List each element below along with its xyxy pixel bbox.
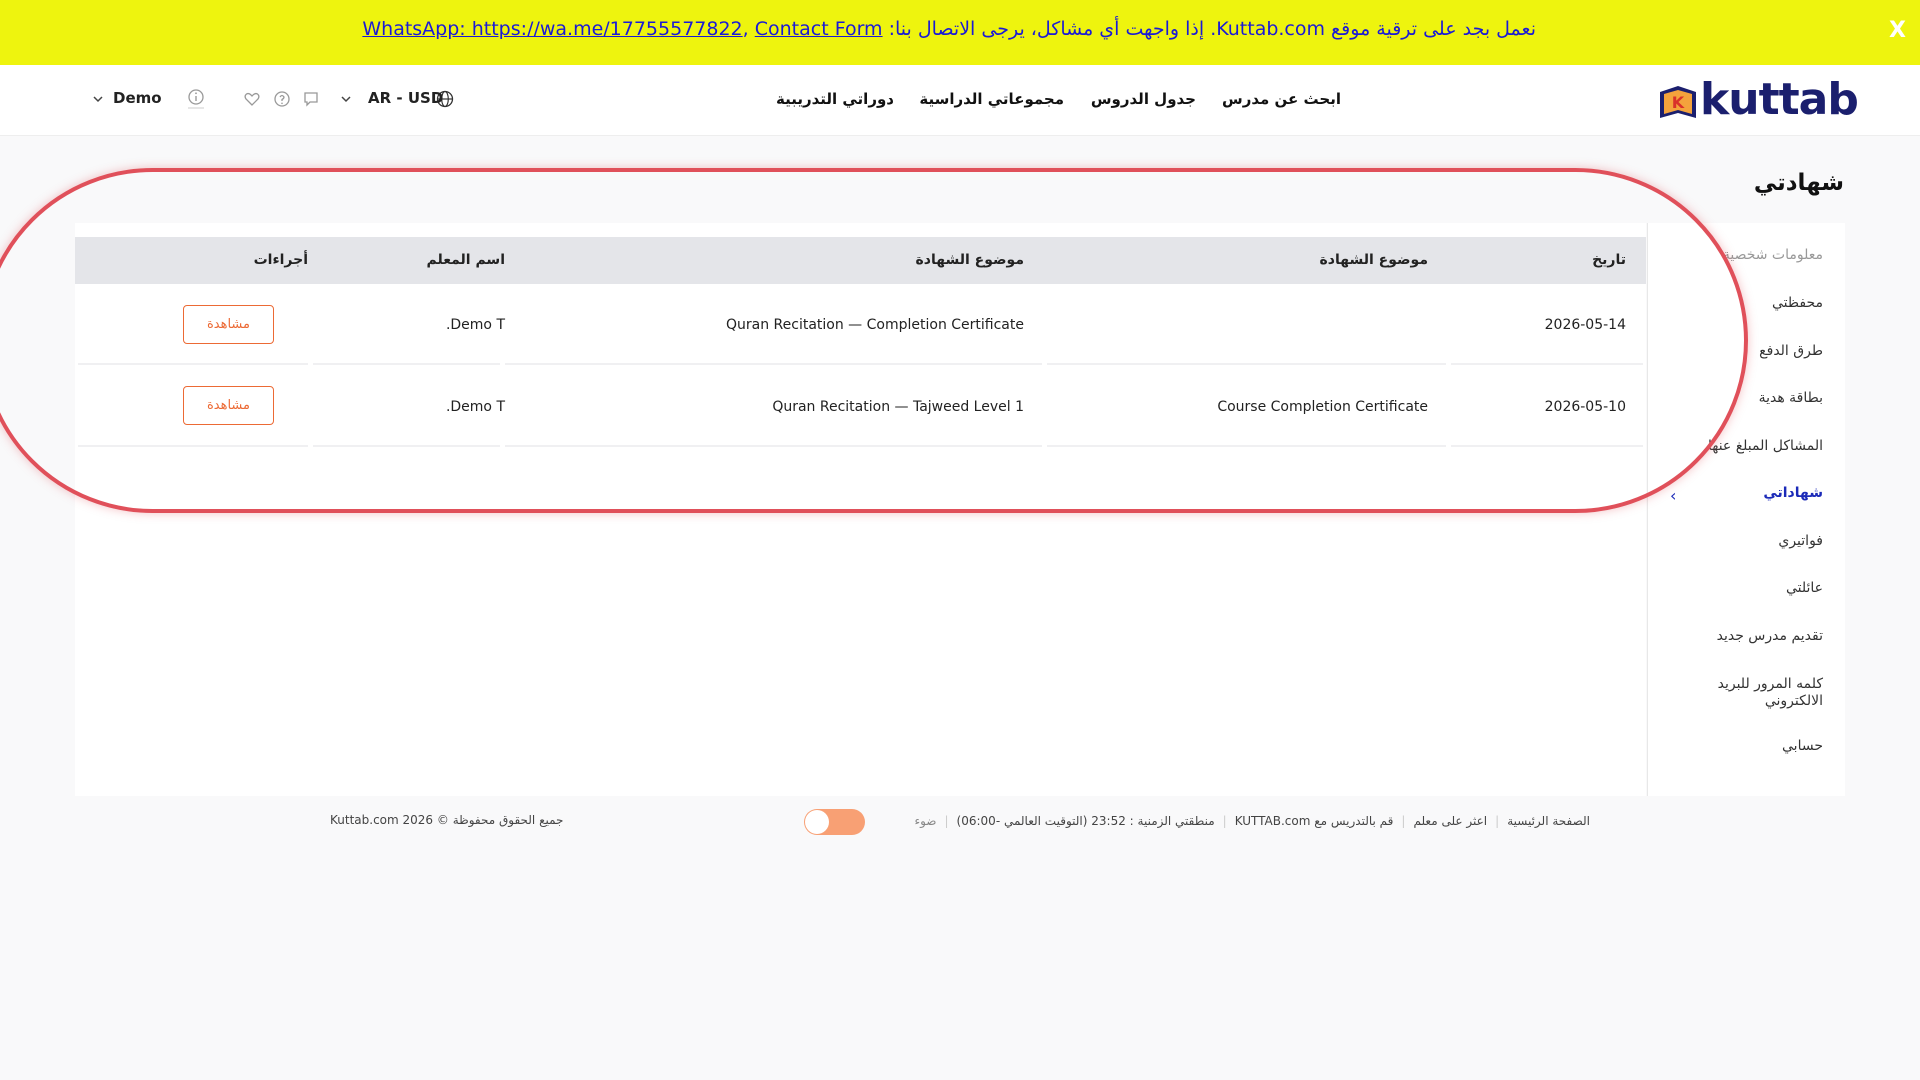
footer-links: الصفحة الرئيسية | اعثر على معلم | قم بالتدري… (914, 814, 1590, 828)
cell-divider (505, 363, 1042, 365)
cell-divider (78, 445, 308, 447)
nav-courses[interactable]: دوراتي التدريبية (776, 90, 894, 108)
cell-subject-1: Course Completion Certificate (1217, 399, 1428, 415)
view-certificate-button[interactable]: مشاهدة (183, 386, 274, 425)
header-subject-1: موضوع الشهادة (1319, 252, 1428, 268)
header-actions: أجراءات (253, 252, 308, 268)
certificates-panel: تاريخ موضوع الشهادة موضوع الشهادة اسم ال… (75, 223, 1646, 796)
view-certificate-button[interactable]: مشاهدة (183, 305, 274, 344)
cell-subject-2: Quran Recitation — Tajweed Level 1 (772, 399, 1024, 415)
footer-link-find-tutor[interactable]: اعثر على معلم (1413, 814, 1487, 828)
locale-selector[interactable]: AR - USD (368, 89, 443, 107)
cell-teacher: Demo T. (445, 399, 505, 415)
user-menu[interactable]: Demo (113, 89, 162, 107)
footer-timezone: منطقتي الزمنية : 23:52 (التوقيت العالمي … (956, 814, 1215, 828)
sidebar-item-my-account[interactable]: حسابي (1673, 738, 1823, 755)
footer-separator: | (1401, 814, 1406, 828)
cell-subject-2: Quran Recitation — Completion Certificat… (726, 317, 1024, 333)
cell-divider (1047, 445, 1446, 447)
cell-teacher: Demo T. (445, 317, 505, 333)
cell-divider (1451, 363, 1643, 365)
nav-lesson-schedule[interactable]: جدول الدروس (1091, 90, 1196, 108)
sidebar-item-personal-info[interactable]: معلومات شخصية (1673, 247, 1823, 264)
sidebar-item-invoices[interactable]: فواتيري (1673, 533, 1823, 550)
footer-separator: | (944, 814, 949, 828)
help-icon[interactable] (273, 90, 291, 108)
nav-study-groups[interactable]: مجموعاتي الدراسية (919, 90, 1064, 108)
footer-copyright: جميع الحقوق محفوظة © 2026 Kuttab.com (330, 813, 564, 827)
cell-divider (78, 363, 308, 365)
table-header: تاريخ موضوع الشهادة موضوع الشهادة اسم ال… (75, 237, 1646, 284)
sidebar-item-email-password[interactable]: كلمه المرور للبريد الالكتروني (1693, 676, 1823, 710)
whatsapp-link[interactable]: WhatsApp: https://wa.me/17755577822 (362, 18, 742, 40)
footer-separator: | (1222, 814, 1227, 828)
table-row: 2026-05-14 Quran Recitation — Completion… (75, 289, 1646, 365)
banner-separator: , (742, 18, 755, 40)
sidebar-item-reported-issues[interactable]: المشاكل المبلغ عنها (1673, 438, 1823, 455)
announcement-banner: نعمل بجد على ترقية موقع Kuttab.com. إذا … (0, 0, 1920, 65)
banner-close-button[interactable]: X (1889, 18, 1906, 43)
page-title: شهادتي (1753, 170, 1844, 196)
chevron-down-icon[interactable] (339, 92, 353, 106)
banner-message: نعمل بجد على ترقية موقع Kuttab.com. إذا … (888, 18, 1536, 40)
user-chevron-down-icon[interactable] (91, 92, 105, 106)
footer-light-label: ضوء (914, 814, 937, 828)
sidebar-item-wallet[interactable]: محفظتي (1673, 295, 1823, 312)
cell-date: 2026-05-14 (1544, 317, 1626, 333)
banner-text: نعمل بجد على ترقية موقع Kuttab.com. إذا … (362, 18, 1536, 40)
sidebar-item-family[interactable]: عائلتي (1673, 580, 1823, 597)
table-row: 2026-05-10 Course Completion Certificate… (75, 371, 1646, 447)
account-sidebar: معلومات شخصية محفظتي طرق الدفع بطاقة هدي… (1647, 223, 1845, 796)
theme-toggle[interactable] (804, 809, 865, 835)
heart-icon[interactable] (243, 90, 261, 108)
site-header: K kuttab ابحث عن مدرس جدول الدروس مجموعا… (0, 65, 1920, 136)
sidebar-item-gift-card[interactable]: بطاقة هدية (1673, 390, 1823, 407)
info-icon[interactable] (186, 87, 206, 109)
cell-divider (313, 445, 500, 447)
contact-form-link[interactable]: Contact Form (755, 18, 883, 40)
sidebar-item-certificates[interactable]: شهاداتي (1673, 485, 1823, 502)
nav-find-tutor[interactable]: ابحث عن مدرس (1222, 90, 1341, 108)
sidebar-item-payment-methods[interactable]: طرق الدفع (1673, 343, 1823, 360)
logo-letter: K (1672, 93, 1685, 112)
toggle-knob (805, 810, 829, 834)
logo-book-icon: K (1660, 86, 1696, 118)
sidebar-item-apply-tutor[interactable]: تقديم مدرس جديد (1673, 628, 1823, 645)
cell-divider (1047, 363, 1446, 365)
cell-divider (1451, 445, 1643, 447)
footer-link-home[interactable]: الصفحة الرئيسية (1507, 814, 1590, 828)
logo-wordmark: kuttab (1700, 74, 1859, 125)
site-footer: الصفحة الرئيسية | اعثر على معلم | قم بالتدري… (0, 808, 1920, 838)
kuttab-logo[interactable]: K kuttab (1656, 74, 1859, 125)
header-teacher: اسم المعلم (426, 252, 505, 268)
header-date: تاريخ (1592, 252, 1626, 268)
footer-link-teach[interactable]: قم بالتدريس مع KUTTAB.com (1235, 814, 1394, 828)
cell-divider (313, 363, 500, 365)
footer-separator: | (1495, 814, 1500, 828)
active-chevron-icon: ‹ (1670, 486, 1677, 505)
cell-divider (505, 445, 1042, 447)
header-subject-2: موضوع الشهادة (915, 252, 1024, 268)
chat-icon[interactable] (302, 90, 320, 108)
cell-date: 2026-05-10 (1544, 399, 1626, 415)
